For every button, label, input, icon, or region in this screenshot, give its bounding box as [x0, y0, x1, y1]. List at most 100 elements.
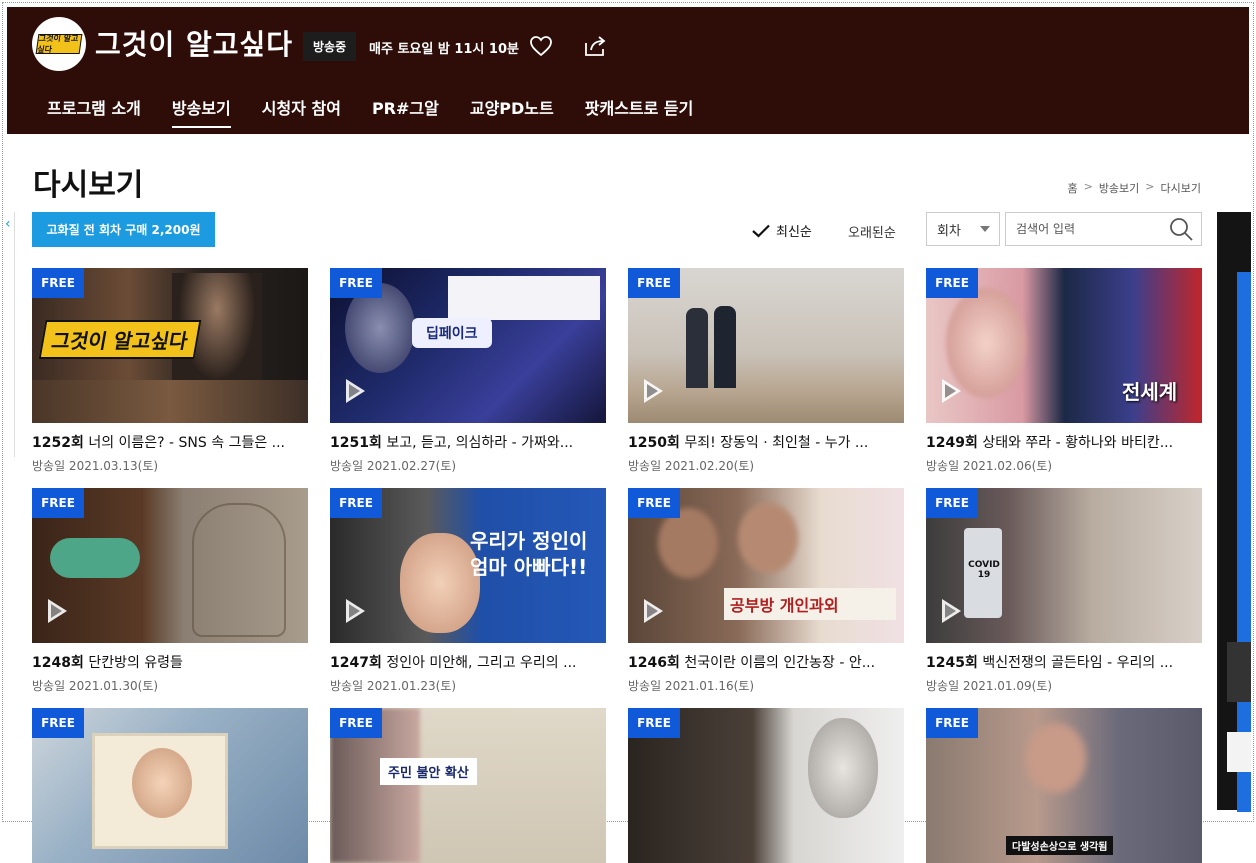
breadcrumb: 홈 > 방송보기 > 다시보기 [1067, 180, 1201, 196]
episode-thumbnail[interactable]: COVID 19 FREE [926, 488, 1202, 643]
episode-thumbnail[interactable]: 그것이 알고싶다 FREE [32, 268, 308, 423]
episode-title[interactable]: 1247회 정인아 미안해, 그리고 우리의 ... [330, 652, 606, 672]
episode-card[interactable]: 주민 불안 확산 FREE [330, 708, 606, 863]
heart-icon[interactable] [529, 34, 553, 58]
play-icon[interactable] [346, 599, 365, 623]
nav-pr[interactable]: PR#그알 [372, 95, 439, 128]
share-icon[interactable] [582, 33, 608, 59]
episode-title[interactable]: 1252회 너의 이름은? - SNS 속 그들은 ... [32, 432, 308, 452]
search-box [1005, 212, 1202, 246]
episode-thumbnail[interactable]: FREE [628, 268, 904, 423]
program-nav: 프로그램 소개 방송보기 시청자 참여 PR#그알 교양PD노트 팟캐스트로 듣… [47, 95, 724, 128]
nav-program-intro[interactable]: 프로그램 소개 [47, 95, 141, 128]
free-badge: FREE [628, 708, 680, 738]
episode-thumbnail[interactable]: FREE [32, 488, 308, 643]
episode-title[interactable]: 1250회 무죄! 장동익 · 최인철 - 누가 ... [628, 432, 904, 452]
play-icon[interactable] [942, 379, 961, 403]
episode-title[interactable]: 1245회 백신전쟁의 골든타임 - 우리의 ... [926, 652, 1202, 672]
episode-title-text: 너의 이름은? - SNS 속 그들은 ... [88, 435, 286, 451]
play-icon[interactable] [48, 599, 67, 623]
search-icon[interactable] [1169, 217, 1193, 241]
breadcrumb-home[interactable]: 홈 [1067, 180, 1077, 196]
chevron-left-icon[interactable]: ‹ [5, 216, 11, 232]
nav-watch[interactable]: 방송보기 [171, 95, 231, 128]
episode-thumbnail[interactable]: FREE [628, 708, 904, 863]
breadcrumb-separator: > [1145, 180, 1155, 193]
episode-card[interactable]: FREE 1248회 단칸방의 유령들 방송일 2021.01.30(토) [32, 488, 308, 694]
episode-thumbnail[interactable]: 딥페이크 FREE [330, 268, 606, 423]
episode-card[interactable]: FREE [32, 708, 308, 863]
episode-thumbnail[interactable]: 주민 불안 확산 FREE [330, 708, 606, 863]
episode-date: 방송일 2021.01.30(토) [32, 679, 159, 693]
play-icon[interactable] [346, 379, 365, 403]
episode-date: 방송일 2021.02.06(토) [926, 459, 1053, 473]
buy-all-episodes-button[interactable]: 고화질 전 회차 구매 2,200원 [32, 212, 215, 247]
blurred-face [658, 508, 718, 578]
program-logo[interactable]: 그것이 알고싶다 [32, 17, 86, 71]
desk [32, 380, 308, 423]
episode-filter-select[interactable]: 회차 [926, 212, 1000, 246]
episode-date: 방송일 2021.01.09(토) [926, 679, 1053, 693]
program-title[interactable]: 그것이 알고싶다 [95, 23, 293, 63]
episode-card[interactable]: 공부방 개인과외 FREE 1246회 천국이란 이름의 인간농장 - 안...… [628, 488, 904, 694]
left-side-panel [0, 212, 15, 457]
side-banner-ad[interactable] [1217, 212, 1251, 812]
select-value: 회차 [937, 223, 961, 239]
episode-title-text: 보고, 듣고, 의심하라 - 가짜와... [386, 435, 574, 451]
free-badge: FREE [926, 708, 978, 738]
banner-stripe [1237, 272, 1251, 812]
episode-number: 1245회 [926, 655, 978, 671]
free-badge: FREE [32, 708, 84, 738]
play-icon[interactable] [942, 599, 961, 623]
episode-number: 1249회 [926, 435, 978, 451]
sort-oldest-button[interactable]: 오래된순 [848, 222, 896, 241]
logo-text: 그것이 알고싶다 [35, 34, 83, 54]
banner-block [1227, 642, 1251, 702]
episode-title-text: 백신전쟁의 골든타임 - 우리의 ... [982, 655, 1174, 671]
episode-thumbnail[interactable]: 다발성손상으로 생각됨 FREE [926, 708, 1202, 863]
episode-date: 방송일 2021.01.16(토) [628, 679, 755, 693]
episode-card[interactable]: COVID 19 FREE 1245회 백신전쟁의 골든타임 - 우리의 ...… [926, 488, 1202, 694]
free-badge: FREE [32, 488, 84, 518]
search-input[interactable] [1014, 213, 1168, 245]
free-badge: FREE [628, 268, 680, 298]
episode-title-text: 정인아 미안해, 그리고 우리의 ... [386, 655, 577, 671]
episode-date: 방송일 2021.03.13(토) [32, 459, 159, 473]
sort-latest-label: 최신순 [776, 225, 812, 240]
episode-number: 1250회 [628, 435, 680, 451]
breadcrumb-watch[interactable]: 방송보기 [1099, 180, 1139, 196]
episode-title-text: 무죄! 장동익 · 최인철 - 누가 ... [684, 435, 869, 451]
episode-card[interactable]: 다발성손상으로 생각됨 FREE [926, 708, 1202, 863]
nav-podcast[interactable]: 팟캐스트로 듣기 [585, 95, 694, 128]
episode-card[interactable]: 딥페이크 FREE 1251회 보고, 듣고, 의심하라 - 가짜와... 방송… [330, 268, 606, 474]
episode-card[interactable]: 그것이 알고싶다 FREE 1252회 너의 이름은? - SNS 속 그들은 … [32, 268, 308, 474]
episode-number: 1251회 [330, 435, 382, 451]
chevron-down-icon [980, 226, 990, 232]
free-badge: FREE [330, 488, 382, 518]
breadcrumb-current: 다시보기 [1160, 182, 1201, 195]
episode-card[interactable]: 전세계 FREE 1249회 상태와 쭈라 - 황하나와 바티칸... 방송일 … [926, 268, 1202, 474]
play-icon[interactable] [644, 379, 663, 403]
episode-title[interactable]: 1246회 천국이란 이름의 인간농장 - 안... [628, 652, 904, 672]
nav-viewer-participation[interactable]: 시청자 참여 [262, 95, 341, 128]
episode-thumbnail[interactable]: 우리가 정인이 엄마 아빠다!! FREE [330, 488, 606, 643]
episode-thumbnail[interactable]: 전세계 FREE [926, 268, 1202, 423]
episode-card[interactable]: FREE [628, 708, 904, 863]
free-badge: FREE [926, 268, 978, 298]
nav-pd-note[interactable]: 교양PD노트 [470, 95, 554, 128]
episode-card[interactable]: FREE 1250회 무죄! 장동익 · 최인철 - 누가 ... 방송일 20… [628, 268, 904, 474]
episode-number: 1247회 [330, 655, 382, 671]
episode-title[interactable]: 1248회 단칸방의 유령들 [32, 652, 308, 672]
episode-number: 1248회 [32, 655, 84, 671]
check-icon [752, 224, 770, 238]
free-badge: FREE [330, 708, 382, 738]
episode-thumbnail[interactable]: FREE [32, 708, 308, 863]
blurred-face [1026, 723, 1086, 793]
thumb-logo-text: 그것이 알고싶다 [38, 320, 202, 359]
episode-title[interactable]: 1249회 상태와 쭈라 - 황하나와 바티칸... [926, 432, 1202, 452]
episode-thumbnail[interactable]: 공부방 개인과외 FREE [628, 488, 904, 643]
episode-title[interactable]: 1251회 보고, 듣고, 의심하라 - 가짜와... [330, 432, 606, 452]
episode-card[interactable]: 우리가 정인이 엄마 아빠다!! FREE 1247회 정인아 미안해, 그리고… [330, 488, 606, 694]
play-icon[interactable] [644, 599, 663, 623]
sort-latest-button[interactable]: 최신순 [752, 221, 812, 240]
